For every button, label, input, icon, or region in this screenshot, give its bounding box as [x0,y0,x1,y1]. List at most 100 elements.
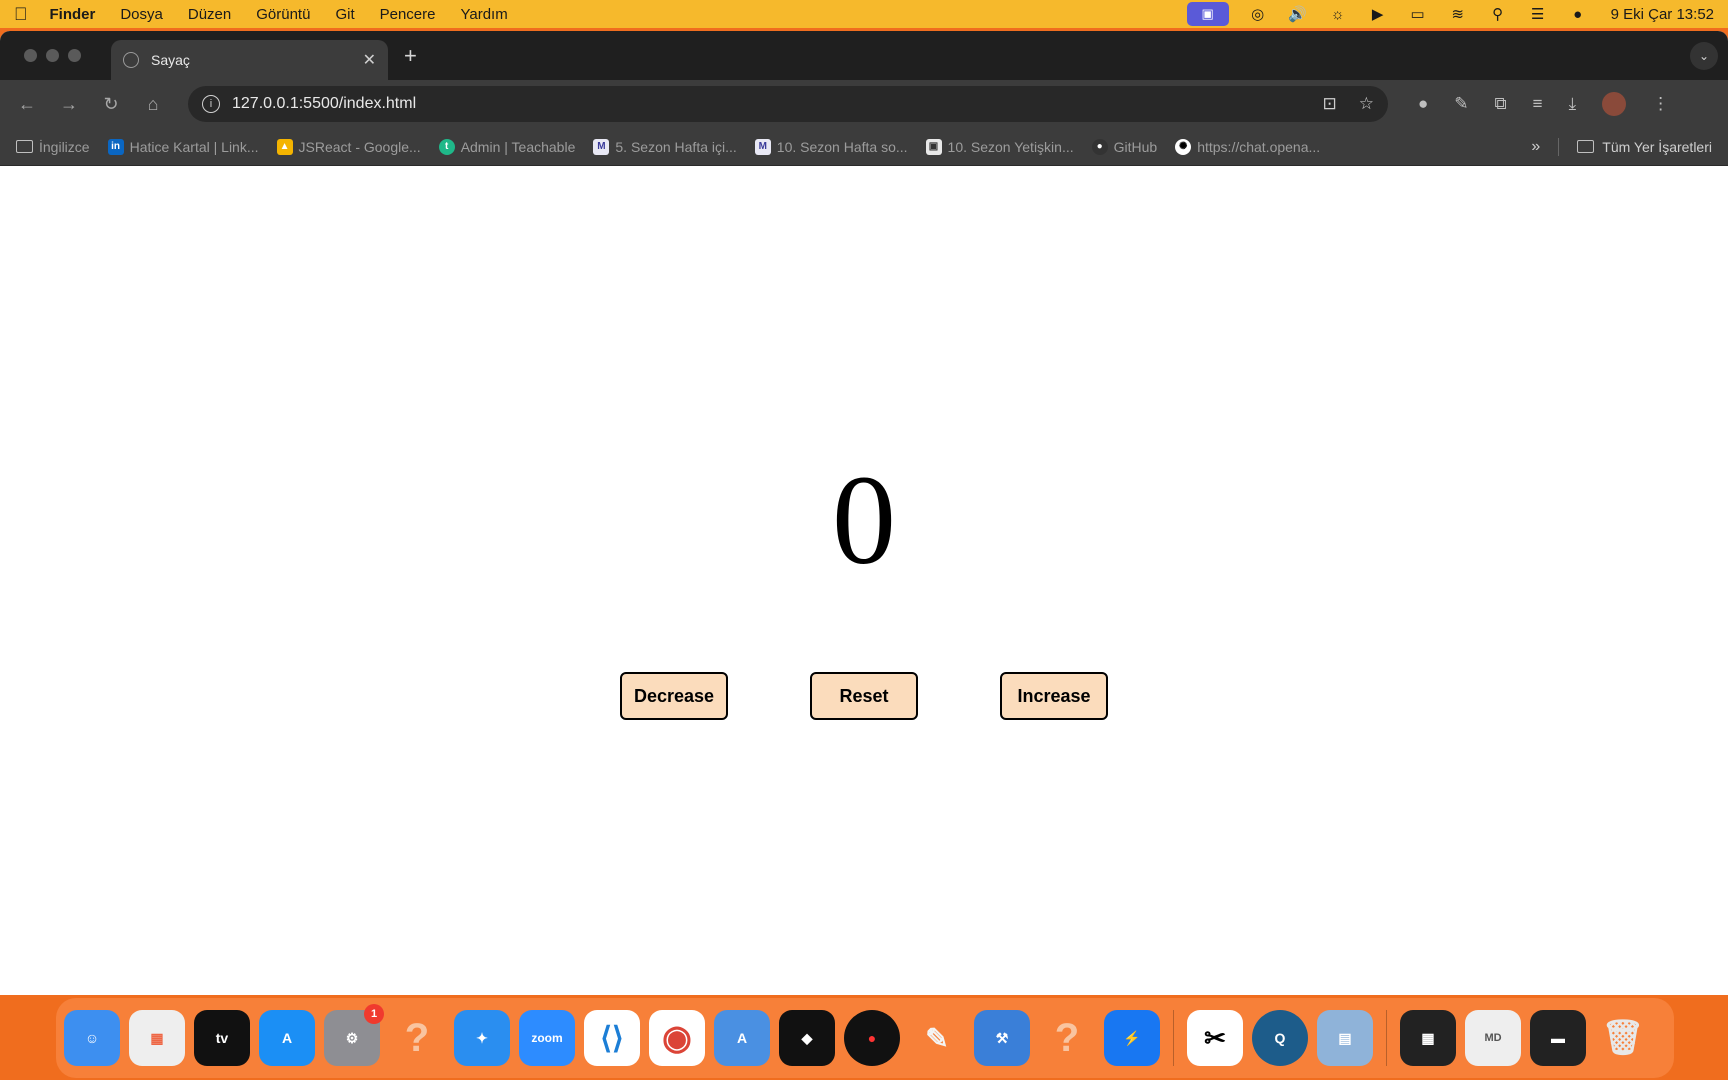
instruments-icon[interactable]: ⚒ [974,1010,1030,1066]
class-icon: ▣ [925,138,942,155]
bookmark-label: 5. Sezon Hafta içi... [615,138,737,155]
menu-help[interactable]: Yardım [460,6,507,23]
vscode-icon[interactable]: ⟨⟩ [584,1010,640,1066]
apple-menu-icon[interactable]:  [14,4,28,25]
menu-file[interactable]: Dosya [120,6,163,23]
dock-divider [1386,1010,1387,1066]
address-bar[interactable]: i 127.0.0.1:5500/index.html ⊡ ☆ [188,86,1388,122]
new-tab-icon[interactable]: + [404,43,417,69]
bookmark-label: https://chat.opena... [1197,138,1321,155]
bookmark-item[interactable]: ● GitHub [1091,138,1158,155]
apple-tv-icon[interactable]: tv [194,1010,250,1066]
menu-window[interactable]: Pencere [380,6,436,23]
bookmark-item[interactable]: İngilizce [16,139,90,155]
dock-divider [1173,1010,1174,1066]
google-drive-icon: ▲ [276,138,293,155]
bookmark-label: İngilizce [39,138,90,155]
play-icon[interactable]: ▶ [1367,5,1389,23]
notification-badge: 1 [364,1004,384,1024]
profile-avatar[interactable] [1602,92,1627,116]
forward-icon[interactable]: → [52,87,86,121]
battery-icon[interactable]: ▭ [1407,5,1429,23]
close-tab-icon[interactable]: ✕ [363,50,376,70]
increase-button[interactable]: Increase [1000,672,1108,720]
omnibox-actions: ⊡ ☆ [1323,94,1375,114]
extensions-puzzle-icon[interactable]: ⧉ [1495,94,1507,114]
folder-stack-icon[interactable]: ▦ [1400,1010,1456,1066]
menu-view[interactable]: Görüntü [256,6,310,23]
minimize-window-button[interactable] [46,49,59,62]
back-icon[interactable]: ← [10,87,44,121]
unity-icon[interactable]: ◆ [779,1010,835,1066]
translate-icon[interactable]: ⊡ [1323,94,1337,114]
class-icon: M [754,138,771,155]
quicktime-icon[interactable]: Q [1252,1010,1308,1066]
bookmark-item[interactable]: t Admin | Teachable [438,138,575,155]
zoom-icon[interactable]: zoom [519,1010,575,1066]
control-center-icon[interactable]: ☰ [1527,5,1549,23]
wifi-icon[interactable]: ≋ [1447,5,1469,23]
tab-title: Sayaç [151,52,190,68]
decrease-button[interactable]: Decrease [620,672,728,720]
screen-recording-icon[interactable]: ▣ [1186,2,1229,26]
bookmark-label: GitHub [1113,138,1158,155]
safari-icon[interactable]: ✦ [454,1010,510,1066]
brightness-icon[interactable]: ☼ [1327,5,1349,23]
siri-icon[interactable]: ● [1567,5,1589,23]
bookmark-item[interactable]: ✺ https://chat.opena... [1175,138,1321,155]
bookmark-item[interactable]: M 10. Sezon Hafta so... [754,138,908,155]
tab-search-icon[interactable]: ⌄ [1690,41,1718,70]
close-window-button[interactable] [24,49,37,62]
media-icon[interactable]: ≡ [1533,94,1543,114]
reload-icon[interactable]: ↻ [94,87,128,121]
folder-icon [16,140,33,153]
xcode-icon[interactable]: A [714,1010,770,1066]
maximize-window-button[interactable] [68,49,81,62]
bookmark-item[interactable]: ▣ 10. Sezon Yetişkin... [925,138,1074,155]
screenshot-stack-icon[interactable]: ▬ [1530,1010,1586,1066]
launchpad-icon[interactable]: ▦ [129,1010,185,1066]
bookmark-label: 10. Sezon Hafta so... [776,138,908,155]
home-icon[interactable]: ⌂ [136,87,170,121]
system-settings-icon[interactable]: ⚙ 1 [324,1004,384,1066]
menu-app-name[interactable]: Finder [50,6,96,23]
more-menu-icon[interactable]: ⋮ [1652,94,1669,114]
unknown-app-icon[interactable]: ? [389,1010,445,1066]
page-content: 0 Decrease Reset Increase [0,166,1728,995]
folder-icon [1577,140,1595,153]
status-area: ▣ ◎ 🔊 ☼ ▶ ▭ ≋ ⚲ ☰ ● 9 Eki Çar 13:52 [1186,2,1714,26]
trash-icon[interactable]: 🗑 [1595,1010,1651,1066]
chrome-icon[interactable]: ◉ [649,1010,705,1066]
extension-icon[interactable]: ● [1418,94,1428,114]
pen-icon[interactable]: ✎ [909,1010,965,1066]
preview-icon[interactable]: ▤ [1317,1010,1373,1066]
app-store-icon[interactable]: A [259,1010,315,1066]
eyedropper-icon[interactable]: ✎ [1454,94,1468,114]
site-info-icon[interactable]: i [202,95,220,113]
more-bookmarks-icon[interactable]: » [1531,138,1540,156]
airdrop-icon[interactable]: ◎ [1247,5,1269,23]
bookmark-item[interactable]: in Hatice Kartal | Link... [107,138,259,155]
bookmark-item[interactable]: M 5. Sezon Hafta içi... [593,138,737,155]
volume-icon[interactable]: 🔊 [1287,5,1309,23]
tab-bar: Sayaç ✕ + ⌄ [0,31,1728,80]
menu-go[interactable]: Git [335,6,354,23]
document-icon[interactable]: MD [1465,1010,1521,1066]
url-text[interactable]: 127.0.0.1:5500/index.html [232,95,416,113]
counter-value: 0 [832,449,896,591]
download-icon[interactable]: ⤓ [1569,94,1577,114]
screen-recorder-icon[interactable]: ● [844,1010,900,1066]
spotlight-icon[interactable]: ⚲ [1487,5,1509,23]
menubar-clock[interactable]: 9 Eki Çar 13:52 [1611,6,1714,23]
bookmark-star-icon[interactable]: ☆ [1359,94,1374,114]
tab-active[interactable]: Sayaç ✕ [111,40,388,80]
bookmark-item[interactable]: ▲ JSReact - Google... [276,138,421,155]
toolbar-icons: ● ✎ ⧉ ≡ ⤓ ⋮ [1418,92,1669,116]
unknown-app-icon[interactable]: ? [1039,1010,1095,1066]
reset-button[interactable]: Reset [810,672,918,720]
messenger-icon[interactable]: ⚡ [1104,1010,1160,1066]
all-bookmarks[interactable]: Tüm Yer İşaretleri [1577,139,1712,155]
capcut-icon[interactable]: ✂ [1187,1010,1243,1066]
menu-edit[interactable]: Düzen [188,6,231,23]
finder-icon[interactable]: ☺ [64,1010,120,1066]
